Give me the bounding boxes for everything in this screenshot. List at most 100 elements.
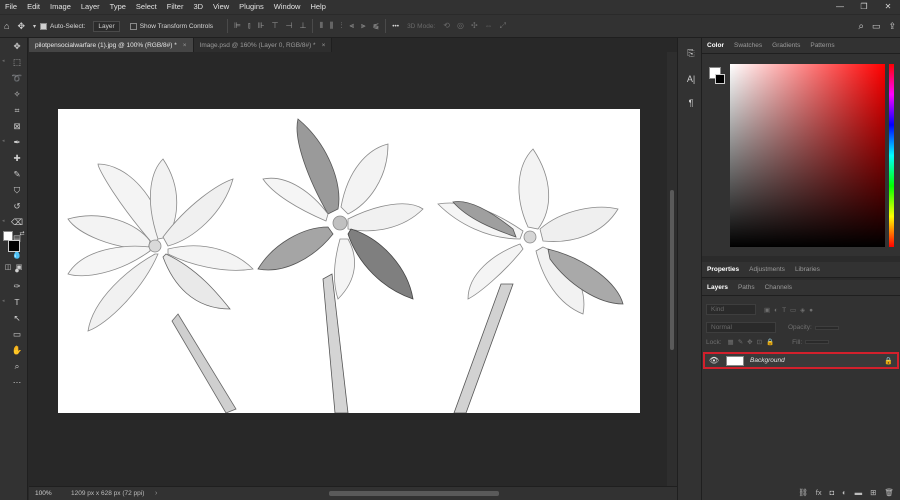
close-tab-icon[interactable]: × bbox=[183, 42, 187, 49]
shape-tool-icon[interactable]: ▭ bbox=[11, 328, 23, 340]
layer-kind-filter[interactable]: Kind bbox=[706, 304, 756, 315]
menu-type[interactable]: Type bbox=[105, 0, 131, 14]
marquee-tool-icon[interactable]: ⬚ bbox=[11, 56, 23, 68]
swap-colors-icon[interactable]: ⇄ bbox=[16, 228, 28, 240]
menu-layer[interactable]: Layer bbox=[76, 0, 105, 14]
auto-select-dropdown[interactable]: Layer bbox=[93, 20, 120, 32]
auto-select-checkbox[interactable] bbox=[40, 22, 47, 30]
tab-swatches[interactable]: Swatches bbox=[729, 38, 767, 54]
tab-document-2[interactable]: Image.psd @ 160% (Layer 0, RGB/8#) * × bbox=[193, 38, 333, 52]
restore-button[interactable]: ❐ bbox=[852, 0, 876, 14]
zoom-level[interactable]: 100% bbox=[29, 490, 65, 497]
distribute-right-icon[interactable]: ⫹ bbox=[373, 21, 380, 31]
search-icon[interactable]: ⌕ bbox=[858, 21, 864, 32]
menu-view[interactable]: View bbox=[208, 0, 234, 14]
zoom-tool-icon[interactable]: ⌕ bbox=[11, 360, 23, 372]
tab-gradients[interactable]: Gradients bbox=[767, 38, 805, 54]
menu-help[interactable]: Help bbox=[305, 0, 330, 14]
drag-icon[interactable]: ✣ bbox=[471, 21, 478, 31]
distribute-bottom-icon[interactable]: ⫶ bbox=[341, 21, 343, 31]
status-menu-arrow-icon[interactable]: › bbox=[155, 490, 157, 497]
tab-libraries[interactable]: Libraries bbox=[790, 262, 825, 278]
layer-style-icon[interactable]: fx bbox=[816, 488, 822, 497]
tab-layers[interactable]: Layers bbox=[702, 280, 733, 296]
slide-icon[interactable]: ⇔ bbox=[485, 21, 493, 31]
close-window-button[interactable]: ✕ bbox=[876, 0, 900, 14]
fill-input[interactable] bbox=[805, 340, 830, 344]
tab-patterns[interactable]: Patterns bbox=[805, 38, 839, 54]
workspace-icon[interactable]: ▭ bbox=[872, 21, 881, 32]
roll-icon[interactable]: ◎ bbox=[457, 21, 464, 31]
chevron-down-icon[interactable]: ▾ bbox=[33, 23, 36, 30]
minimize-button[interactable]: — bbox=[828, 0, 852, 14]
menu-window[interactable]: Window bbox=[269, 0, 306, 14]
horizontal-scrollbar-thumb[interactable] bbox=[329, 491, 499, 496]
more-options-button[interactable]: ••• bbox=[392, 23, 399, 30]
menu-select[interactable]: Select bbox=[131, 0, 162, 14]
adjustment-layer-icon[interactable]: ◐ bbox=[842, 488, 847, 497]
transform-controls-checkbox[interactable] bbox=[129, 22, 137, 30]
delete-layer-icon[interactable]: 🗑 bbox=[884, 488, 894, 497]
tab-adjustments[interactable]: Adjustments bbox=[744, 262, 790, 278]
pen-tool-icon[interactable]: ✑ bbox=[11, 280, 23, 292]
vertical-scrollbar[interactable] bbox=[667, 52, 677, 486]
healing-brush-icon[interactable]: ✚ bbox=[11, 152, 23, 164]
filter-icons[interactable]: ▣◐T▭◈● bbox=[764, 306, 817, 314]
home-icon[interactable]: ⌂ bbox=[4, 21, 9, 31]
eye-icon[interactable]: 👁 bbox=[708, 356, 720, 365]
distribute-top-icon[interactable]: ⫴ bbox=[319, 21, 322, 31]
hue-slider[interactable] bbox=[889, 64, 894, 247]
align-center-icon[interactable]: ⫾ bbox=[248, 21, 251, 31]
path-selection-icon[interactable]: ↖ bbox=[11, 312, 23, 324]
document-canvas[interactable] bbox=[58, 109, 640, 414]
align-middle-icon[interactable]: ⊣ bbox=[286, 21, 293, 31]
frame-tool-icon[interactable]: ⊠ bbox=[11, 120, 23, 132]
lasso-tool-icon[interactable]: ➰ bbox=[11, 72, 23, 84]
opacity-input[interactable] bbox=[814, 325, 839, 330]
menu-image[interactable]: Image bbox=[45, 0, 76, 14]
history-brush-icon[interactable]: ↺ bbox=[11, 200, 23, 212]
hand-tool-icon[interactable]: ✋ bbox=[11, 344, 23, 356]
align-bottom-icon[interactable]: ⊥ bbox=[299, 21, 306, 31]
magic-wand-tool-icon[interactable]: ✧ bbox=[11, 88, 23, 100]
background-color-swatch[interactable] bbox=[715, 74, 725, 84]
screen-mode-icon[interactable]: ▣ bbox=[13, 262, 25, 274]
move-tool-icon[interactable]: ✥ bbox=[11, 40, 23, 52]
move-tool-icon[interactable]: ✥ bbox=[17, 21, 25, 32]
paragraph-panel-icon[interactable]: ¶ bbox=[685, 98, 697, 108]
scrollbar-thumb[interactable] bbox=[670, 190, 674, 350]
stamp-tool-icon[interactable]: ⛉ bbox=[11, 184, 23, 196]
tab-properties[interactable]: Properties bbox=[702, 262, 744, 278]
brush-tool-icon[interactable]: ✎ bbox=[11, 168, 23, 180]
eraser-tool-icon[interactable]: ⌫ bbox=[11, 216, 23, 228]
tab-paths[interactable]: Paths bbox=[733, 280, 760, 296]
lock-icons[interactable]: ▦✎✥⊡🔒 bbox=[728, 338, 779, 346]
distribute-center-icon[interactable]: ⫸ bbox=[361, 21, 366, 31]
distribute-middle-icon[interactable]: ⫼ bbox=[330, 21, 334, 31]
layer-row-background[interactable]: 👁 Background 🔒 bbox=[703, 352, 899, 369]
distribute-left-icon[interactable]: ⫷ bbox=[350, 21, 355, 31]
orbit-icon[interactable]: ⟲ bbox=[443, 21, 450, 31]
align-top-icon[interactable]: ⊤ bbox=[272, 21, 279, 31]
tab-document-1[interactable]: pilotpensocialwarfare (1).jpg @ 100% (RG… bbox=[29, 38, 194, 52]
tab-channels[interactable]: Channels bbox=[760, 280, 797, 296]
history-panel-icon[interactable]: ⎘ bbox=[685, 48, 697, 59]
align-right-icon[interactable]: ⊪ bbox=[258, 21, 265, 31]
new-group-icon[interactable]: ▬ bbox=[855, 488, 863, 497]
character-panel-icon[interactable]: A| bbox=[685, 74, 697, 84]
share-icon[interactable]: ⇪ bbox=[888, 21, 896, 32]
new-layer-icon[interactable]: ⊞ bbox=[870, 488, 876, 497]
crop-tool-icon[interactable]: ⌗ bbox=[11, 104, 23, 116]
menu-plugins[interactable]: Plugins bbox=[234, 0, 269, 14]
type-tool-icon[interactable]: T bbox=[11, 296, 23, 308]
align-left-icon[interactable]: ⊫ bbox=[234, 21, 241, 31]
close-tab-icon[interactable]: × bbox=[322, 42, 326, 49]
blend-mode-dropdown[interactable]: Normal bbox=[706, 322, 776, 333]
lock-icon[interactable]: 🔒 bbox=[884, 357, 893, 365]
more-tools-icon[interactable]: ⋯ bbox=[11, 376, 23, 388]
menu-filter[interactable]: Filter bbox=[162, 0, 189, 14]
color-picker-field[interactable] bbox=[730, 64, 885, 247]
link-layers-icon[interactable]: ⛓ bbox=[798, 488, 808, 497]
canvas-area[interactable] bbox=[29, 52, 667, 486]
layer-name[interactable]: Background bbox=[750, 357, 785, 364]
